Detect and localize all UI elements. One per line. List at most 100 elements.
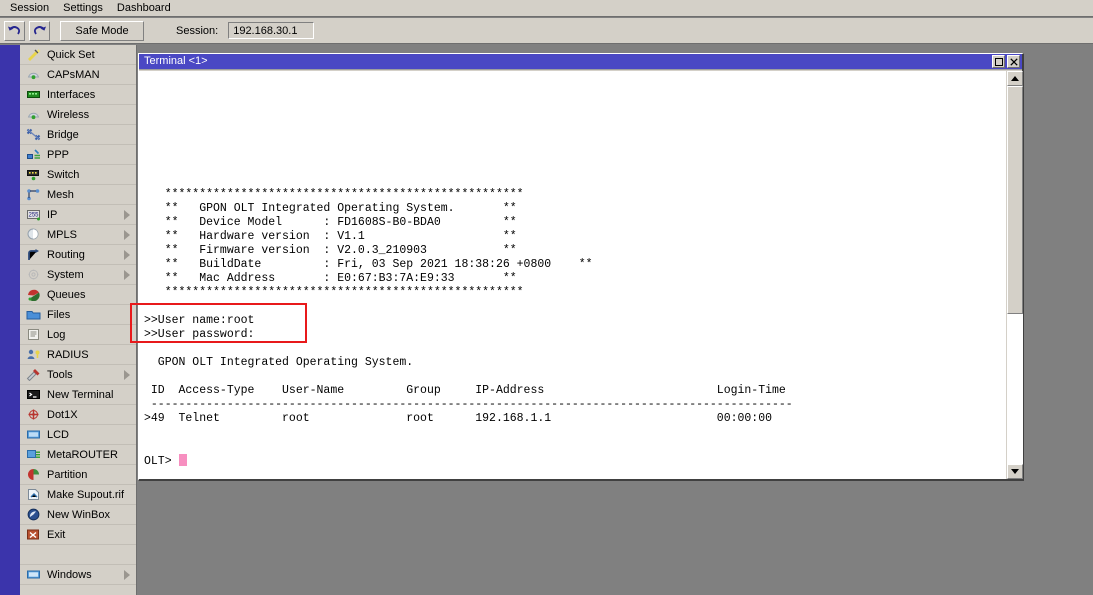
antenna-icon	[26, 68, 41, 81]
terminal-line: ID Access-Type User-Name Group IP-Addres…	[144, 384, 1006, 398]
routing-icon	[26, 248, 41, 261]
sidebar-spacer	[20, 545, 136, 565]
session-input[interactable]: 192.168.30.1	[228, 22, 314, 39]
terminal-line: ** Mac Address : E0:67:B3:7A:E9:33 **	[144, 272, 1006, 286]
sidebar-item-interfaces[interactable]: Interfaces	[20, 85, 136, 105]
scrollbar-thumb[interactable]	[1007, 86, 1023, 314]
sidebar-item-mesh[interactable]: Mesh	[20, 185, 136, 205]
terminal-line	[144, 426, 1006, 440]
sidebar-item-lcd[interactable]: LCD	[20, 425, 136, 445]
terminal-line	[144, 90, 1006, 104]
log-icon	[25, 327, 42, 342]
sidebar-item-label: Interfaces	[47, 88, 95, 102]
tools-icon	[25, 367, 42, 382]
sidebar-item-switch[interactable]: Switch	[20, 165, 136, 185]
ip-icon: 255	[25, 207, 42, 222]
arrow-down-icon	[1011, 469, 1019, 474]
sidebar-item-label: IP	[47, 208, 57, 222]
sidebar-item-files[interactable]: Files	[20, 305, 136, 325]
sidebar-item-tools[interactable]: Tools	[20, 365, 136, 385]
close-button[interactable]	[1007, 55, 1020, 68]
scroll-up-button[interactable]	[1007, 71, 1023, 86]
svg-text:255: 255	[28, 212, 39, 218]
switch-icon	[26, 168, 41, 181]
terminal-line	[144, 370, 1006, 384]
antenna-icon	[26, 108, 41, 121]
terminal-titlebar[interactable]: Terminal <1>	[139, 54, 1022, 70]
sidebar-item-label: RADIUS	[47, 348, 89, 362]
redo-icon	[32, 24, 47, 38]
wand-icon	[25, 47, 42, 62]
winbox-icon	[26, 508, 41, 521]
sidebar-item-dot1x[interactable]: Dot1X	[20, 405, 136, 425]
sidebar-item-capsman[interactable]: CAPsMAN	[20, 65, 136, 85]
mesh-icon	[26, 188, 41, 201]
undo-button[interactable]	[4, 21, 25, 41]
log-icon	[26, 328, 41, 341]
terminal-line	[144, 160, 1006, 174]
terminal-line: ****************************************…	[144, 188, 1006, 202]
sidebar-item-ppp[interactable]: PPP	[20, 145, 136, 165]
sidebar-item-wireless[interactable]: Wireless	[20, 105, 136, 125]
scrollbar-track[interactable]	[1007, 86, 1023, 464]
dot1x-icon	[25, 407, 42, 422]
sidebar-item-new-terminal[interactable]: New Terminal	[20, 385, 136, 405]
sidebar-item-partition[interactable]: Partition	[20, 465, 136, 485]
sidebar-item-queues[interactable]: Queues	[20, 285, 136, 305]
sidebar-item-ip[interactable]: 255 IP	[20, 205, 136, 225]
sidebar-item-bridge[interactable]: Bridge	[20, 125, 136, 145]
scroll-down-button[interactable]	[1007, 464, 1023, 479]
partition-icon	[25, 467, 42, 482]
sidebar-item-label: Files	[47, 308, 70, 322]
terminal-line: ** Hardware version : V1.1 **	[144, 230, 1006, 244]
terminal-icon	[26, 388, 41, 401]
tools-icon	[26, 368, 41, 381]
radius-icon	[26, 348, 41, 361]
sidebar-item-routing[interactable]: Routing	[20, 245, 136, 265]
menu-dashboard[interactable]: Dashboard	[110, 0, 178, 16]
terminal-line: ** GPON OLT Integrated Operating System.…	[144, 202, 1006, 216]
sidebar-item-system[interactable]: System	[20, 265, 136, 285]
terminal-output[interactable]: ****************************************…	[139, 71, 1006, 479]
terminal-window: Terminal <1> ***************************…	[138, 53, 1024, 481]
terminal-line: ** Firmware version : V2.0.3_210903 **	[144, 244, 1006, 258]
maximize-button[interactable]	[992, 55, 1005, 68]
terminal-scrollbar[interactable]	[1006, 71, 1022, 479]
sidebar-item-label: Log	[47, 328, 65, 342]
mpls-icon	[26, 228, 41, 241]
exit-icon	[25, 527, 42, 542]
safe-mode-button[interactable]: Safe Mode	[60, 21, 144, 41]
sidebar-item-label: Partition	[47, 468, 87, 482]
sidebar-item-log[interactable]: Log	[20, 325, 136, 345]
sidebar-item-mpls[interactable]: MPLS	[20, 225, 136, 245]
sidebar-item-exit[interactable]: Exit	[20, 525, 136, 545]
sidebar-item-quick-set[interactable]: Quick Set	[20, 45, 136, 65]
queues-icon	[26, 288, 41, 301]
partition-icon	[26, 468, 41, 481]
sidebar-item-label: Dot1X	[47, 408, 78, 422]
chevron-right-icon	[124, 370, 130, 380]
sidebar-item-windows[interactable]: Windows	[20, 565, 136, 585]
sidebar-item-radius[interactable]: RADIUS	[20, 345, 136, 365]
lcd-icon	[25, 427, 42, 442]
menu-session[interactable]: Session	[3, 0, 56, 16]
lcd-icon	[26, 428, 41, 441]
menu-settings[interactable]: Settings	[56, 0, 110, 16]
sidebar-item-new-winbox[interactable]: New WinBox	[20, 505, 136, 525]
ip-icon: 255	[26, 208, 41, 221]
terminal-line: ** Device Model : FD1608S-B0-BDA0 **	[144, 216, 1006, 230]
sidebar-item-label: Quick Set	[47, 48, 95, 62]
winbox-icon	[25, 507, 42, 522]
sidebar-item-label: Windows	[47, 568, 92, 582]
terminal-line: >49 Telnet root root 192.168.1.1 00:00:0…	[144, 412, 1006, 426]
winbox-window: Session Settings Dashboard Safe Mode Ses…	[0, 0, 1093, 595]
routing-icon	[25, 247, 42, 262]
sidebar-item-metarouter[interactable]: MetaROUTER	[20, 445, 136, 465]
terminal-line	[144, 104, 1006, 118]
terminal-line	[144, 342, 1006, 356]
sidebar-item-make-supout-rif[interactable]: Make Supout.rif	[20, 485, 136, 505]
terminal-prompt-line: OLT>	[144, 454, 1006, 468]
redo-button[interactable]	[29, 21, 50, 41]
menu-bar: Session Settings Dashboard	[0, 0, 1093, 17]
terminal-line	[144, 174, 1006, 188]
